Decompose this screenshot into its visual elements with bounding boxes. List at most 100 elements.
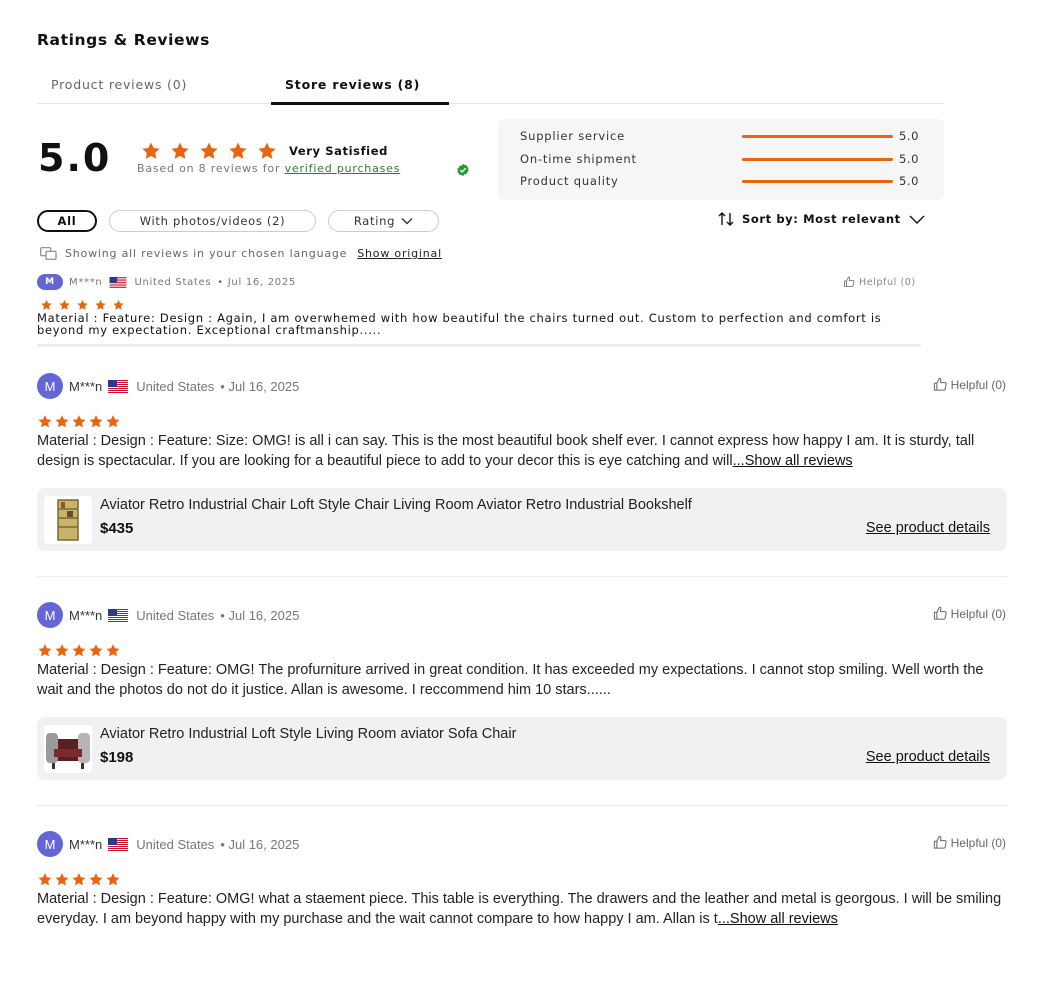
thumbs-up-icon xyxy=(932,606,948,621)
reviewer-name: M***n xyxy=(69,836,103,852)
product-title: Aviator Retro Industrial Chair Loft Styl… xyxy=(100,497,692,513)
tab-store-reviews[interactable]: Store reviews (8) xyxy=(285,77,420,92)
review-stars xyxy=(37,414,121,429)
filter-rating-dropdown[interactable]: Rating xyxy=(328,210,439,232)
metric-label-on-time-shipment: On-time shipment xyxy=(520,152,637,166)
verified-badge-icon xyxy=(457,163,469,177)
avatar: M xyxy=(37,274,63,290)
filter-photos-chip[interactable]: With photos/videos (2) xyxy=(109,210,316,232)
reviewer-name: M***n xyxy=(69,607,103,623)
star-icon xyxy=(105,643,121,658)
helpful-button[interactable]: Helpful (0) xyxy=(842,276,916,288)
language-note-text: Showing all reviews in your chosen langu… xyxy=(65,247,348,260)
review-text: Material : Feature: Design : Again, I am… xyxy=(37,311,882,337)
filter-all-chip[interactable]: All xyxy=(37,210,97,232)
star-icon xyxy=(254,141,280,161)
star-icon xyxy=(88,643,104,658)
preview-review-header: M M***n United States • Jul 16, 2025 xyxy=(37,274,296,290)
based-on-text: Based on 8 reviews for verified purchase… xyxy=(137,162,400,175)
product-card[interactable]: Aviator Retro Industrial Loft Style Livi… xyxy=(37,717,1007,780)
review-stars xyxy=(38,299,127,311)
review-text: Material : Design : Feature: Size: OMG! … xyxy=(37,432,1007,471)
star-icon xyxy=(138,141,164,161)
overall-stars xyxy=(138,141,280,161)
product-card[interactable]: Aviator Retro Industrial Chair Loft Styl… xyxy=(37,488,1007,551)
show-original-link[interactable]: Show original xyxy=(357,247,442,260)
star-icon xyxy=(74,299,91,311)
review-body: Material : Design : Feature: OMG! what a… xyxy=(37,891,1002,927)
sort-arrows-icon xyxy=(718,212,734,226)
review-stars xyxy=(37,872,121,887)
us-flag-icon xyxy=(108,609,128,622)
reviewer-country: United States xyxy=(136,836,215,852)
star-icon xyxy=(37,414,53,429)
active-tab-indicator xyxy=(271,102,449,105)
avatar: M xyxy=(37,831,63,857)
review-date: • Jul 16, 2025 xyxy=(220,607,300,623)
thumbs-up-icon xyxy=(842,276,856,288)
star-icon xyxy=(105,872,121,887)
translate-icon xyxy=(40,247,57,260)
helpful-button[interactable]: Helpful (0) xyxy=(932,606,1006,621)
tab-product-reviews[interactable]: Product reviews (0) xyxy=(51,77,187,92)
review-header: M M***n United States • Jul 16, 2025 xyxy=(37,373,299,399)
bookshelf-thumbnail xyxy=(44,496,92,544)
star-icon xyxy=(38,299,55,311)
star-icon xyxy=(225,141,251,161)
reviewer-country: United States xyxy=(134,276,212,288)
verified-purchases-link[interactable]: verified purchases xyxy=(285,162,401,175)
star-icon xyxy=(105,414,121,429)
metric-bar-product-quality xyxy=(742,180,893,183)
review-header: M M***n United States • Jul 16, 2025 xyxy=(37,831,299,857)
review-header: M M***n United States • Jul 16, 2025 xyxy=(37,602,299,628)
star-icon xyxy=(71,643,87,658)
us-flag-icon xyxy=(108,838,128,851)
show-all-reviews-link[interactable]: ...Show all reviews xyxy=(718,911,838,927)
product-title: Aviator Retro Industrial Loft Style Livi… xyxy=(100,726,517,742)
see-product-details-link[interactable]: See product details xyxy=(866,749,990,765)
metric-bar-on-time-shipment xyxy=(742,158,893,161)
star-icon xyxy=(54,643,70,658)
show-all-reviews-link[interactable]: ...Show all reviews xyxy=(733,453,853,469)
helpful-label: Helpful (0) xyxy=(950,377,1006,392)
metric-label-product-quality: Product quality xyxy=(520,174,619,188)
helpful-label: Helpful (0) xyxy=(859,276,916,288)
helpful-button[interactable]: Helpful (0) xyxy=(932,835,1006,850)
star-icon xyxy=(54,414,70,429)
sort-label: Sort by: Most relevant xyxy=(742,212,901,226)
review-date: • Jul 16, 2025 xyxy=(217,276,296,288)
review-text: Material : Design : Feature: OMG! what a… xyxy=(37,890,1007,929)
avatar: M xyxy=(37,373,63,399)
avatar: M xyxy=(37,602,63,628)
see-product-details-link[interactable]: See product details xyxy=(866,520,990,536)
helpful-button[interactable]: Helpful (0) xyxy=(932,377,1006,392)
star-icon xyxy=(196,141,222,161)
overall-score: 5.0 xyxy=(38,136,112,180)
sofa-chair-thumbnail xyxy=(44,725,92,773)
rating-dropdown-label: Rating xyxy=(353,214,396,228)
language-note: Showing all reviews in your chosen langu… xyxy=(40,247,442,260)
reviewer-name: M***n xyxy=(69,378,103,394)
sort-dropdown[interactable]: Sort by: Most relevant xyxy=(718,212,925,226)
review-text: Material : Design : Feature: OMG! The pr… xyxy=(37,662,984,698)
star-icon xyxy=(37,872,53,887)
star-icon xyxy=(92,299,109,311)
star-icon xyxy=(56,299,73,311)
star-icon xyxy=(167,141,193,161)
star-icon xyxy=(37,643,53,658)
reviewer-country: United States xyxy=(136,607,215,623)
star-icon xyxy=(71,414,87,429)
chevron-down-icon xyxy=(909,215,925,224)
review-stars xyxy=(37,643,121,658)
star-icon xyxy=(88,414,104,429)
review-date: • Jul 16, 2025 xyxy=(220,378,300,394)
star-icon xyxy=(54,872,70,887)
section-title: Ratings & Reviews xyxy=(37,31,210,49)
thumbs-up-icon xyxy=(932,377,948,392)
preview-divider xyxy=(37,344,921,347)
reviewer-name: M***n xyxy=(69,276,103,288)
satisfaction-verdict: Very Satisfied xyxy=(289,144,388,158)
metric-value-product-quality: 5.0 xyxy=(899,174,920,188)
us-flag-icon xyxy=(108,380,128,393)
tabs-divider xyxy=(37,103,944,104)
